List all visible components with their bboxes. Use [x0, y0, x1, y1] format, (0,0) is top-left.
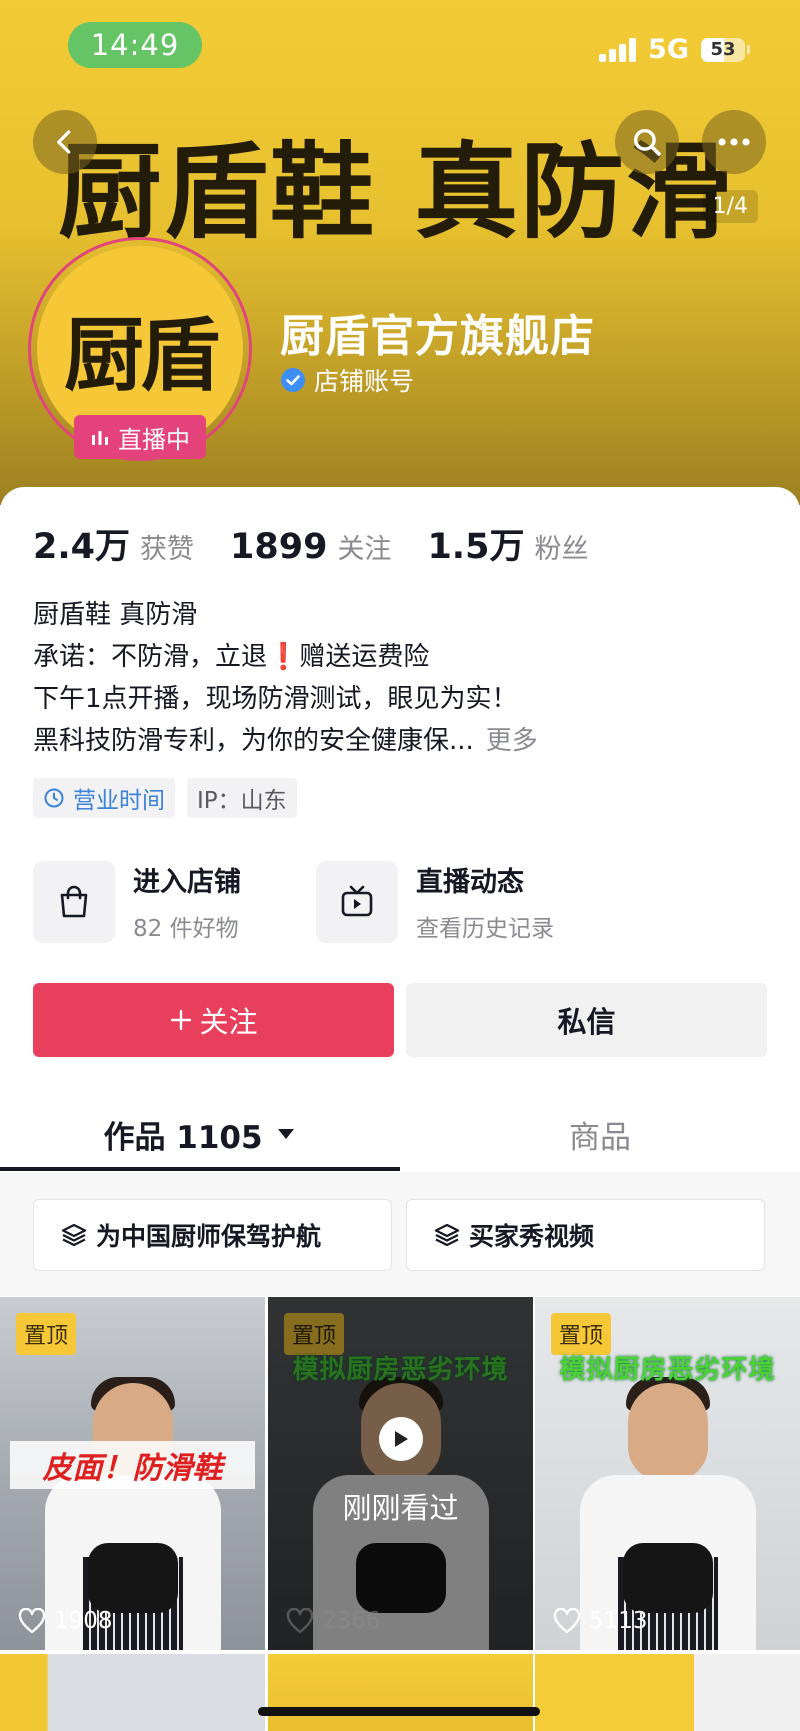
- video-thumbnail[interactable]: [535, 1654, 800, 1731]
- layers-icon: [61, 1223, 87, 1247]
- video-caption: 皮面！防滑鞋: [10, 1441, 255, 1489]
- followers-count[interactable]: 1.5万: [427, 518, 524, 569]
- bio-line: 下午1点开播，现场防滑测试，眼见为实！: [33, 684, 518, 714]
- tag-row: 营业时间 IP：山东: [33, 778, 297, 818]
- video-thumbnail[interactable]: [0, 1654, 265, 1731]
- following-label: 关注: [337, 534, 392, 565]
- avatar-logo-text: 厨盾: [64, 309, 220, 402]
- content-tabs: 作品 1105 商品: [0, 1098, 800, 1173]
- tv-icon: [341, 885, 373, 916]
- tab-products[interactable]: 商品: [400, 1098, 800, 1170]
- tab-works[interactable]: 作品 1105: [0, 1098, 400, 1170]
- verified-check-icon: [281, 368, 305, 392]
- collection-label: 为中国厨师保驾护航: [96, 1222, 322, 1251]
- video-thumbnail[interactable]: 置顶 模拟厨房恶劣环境 5113: [535, 1297, 800, 1650]
- pinned-badge: 置顶: [16, 1313, 77, 1355]
- bio: 厨盾鞋 真防滑 承诺：不防滑，立退❗️赠送运费险 下午1点开播，现场防滑测试，眼…: [33, 594, 538, 762]
- business-hours-label: 营业时间: [73, 788, 165, 814]
- message-button[interactable]: 私信: [406, 983, 767, 1057]
- more-dots-icon: [718, 138, 750, 146]
- bio-line: 黑科技防滑专利，为你的安全健康保...: [33, 726, 474, 756]
- video-caption: 模拟厨房恶劣环境: [559, 1355, 776, 1385]
- live-history-title: 直播动态: [416, 867, 524, 898]
- active-tab-indicator: [0, 1167, 400, 1171]
- video-likes: 1908: [18, 1608, 113, 1634]
- live-history-subtitle: 查看历史记录: [416, 916, 554, 942]
- like-count: 1908: [54, 1608, 113, 1634]
- clock-icon: [44, 788, 64, 808]
- bio-line: 厨盾鞋 真防滑: [33, 600, 198, 630]
- follow-label: 关注: [199, 1005, 258, 1039]
- likes-count[interactable]: 2.4万: [33, 518, 130, 569]
- layers-icon: [434, 1223, 460, 1247]
- stats-row: 2.4万 获赞 1899 关注 1.5万 粉丝: [33, 518, 624, 569]
- collection-chip[interactable]: 买家秀视频: [406, 1199, 765, 1271]
- back-arrow-icon: [57, 130, 71, 154]
- live-history-entry[interactable]: 直播动态 查看历史记录: [316, 860, 554, 943]
- search-button[interactable]: [615, 110, 679, 174]
- follow-button[interactable]: 关注: [33, 983, 394, 1057]
- enter-shop-subtitle: 82 件好物: [133, 916, 239, 942]
- business-hours-tag[interactable]: 营业时间: [33, 778, 175, 818]
- account-type: 店铺账号: [280, 362, 414, 398]
- shopping-bag-icon: [60, 885, 88, 917]
- collections-row: 为中国厨师保驾护航 买家秀视频: [0, 1172, 800, 1296]
- heart-icon: [553, 1608, 581, 1634]
- followers-label: 粉丝: [534, 534, 589, 565]
- plus-icon: [171, 1009, 192, 1031]
- collection-chip[interactable]: 为中国厨师保驾护航: [33, 1199, 392, 1271]
- home-indicator[interactable]: [258, 1707, 540, 1716]
- banner-pager: 1/4: [702, 190, 758, 223]
- like-count: 5113: [589, 1608, 648, 1634]
- heart-icon: [18, 1608, 46, 1634]
- battery-icon: 53: [701, 37, 750, 62]
- ip-location-label: IP：山东: [197, 788, 287, 814]
- bio-more-link[interactable]: 更多: [486, 726, 538, 756]
- signal-icon: [599, 37, 637, 62]
- bio-line: 承诺：不防滑，立退❗️赠送运费险: [33, 642, 430, 672]
- play-icon: [378, 1417, 423, 1461]
- video-thumbnail[interactable]: 置顶 模拟厨房恶劣环境 刚刚看过 2366: [268, 1297, 533, 1650]
- account-type-label: 店铺账号: [314, 367, 415, 396]
- following-count[interactable]: 1899: [230, 527, 327, 567]
- live-badge-label: 直播中: [118, 425, 190, 454]
- status-indicators: 5G 53: [599, 34, 750, 65]
- enter-shop-title: 进入店铺: [133, 867, 241, 898]
- video-thumbnail[interactable]: [268, 1654, 533, 1731]
- more-button[interactable]: [702, 110, 766, 174]
- status-time: 14:49: [68, 22, 202, 68]
- tab-works-label: 作品 1105: [103, 1119, 263, 1156]
- dropdown-triangle-icon: [277, 1129, 294, 1139]
- ip-location-tag: IP：山东: [187, 778, 297, 818]
- battery-level: 53: [710, 39, 736, 60]
- live-bars-icon: [92, 431, 108, 445]
- video-likes: 5113: [553, 1608, 648, 1634]
- back-button[interactable]: [33, 110, 97, 174]
- network-type: 5G: [648, 34, 689, 65]
- recently-watched-label: 刚刚看过: [342, 1491, 459, 1525]
- search-icon: [633, 128, 661, 156]
- shop-name: 厨盾官方旗舰店: [280, 311, 595, 362]
- enter-shop-entry[interactable]: 进入店铺 82 件好物: [33, 860, 241, 943]
- live-badge[interactable]: 直播中: [74, 415, 206, 459]
- collection-label: 买家秀视频: [469, 1222, 595, 1251]
- video-thumbnail[interactable]: 置顶 皮面！防滑鞋 1908: [0, 1297, 265, 1650]
- likes-label: 获赞: [140, 534, 195, 565]
